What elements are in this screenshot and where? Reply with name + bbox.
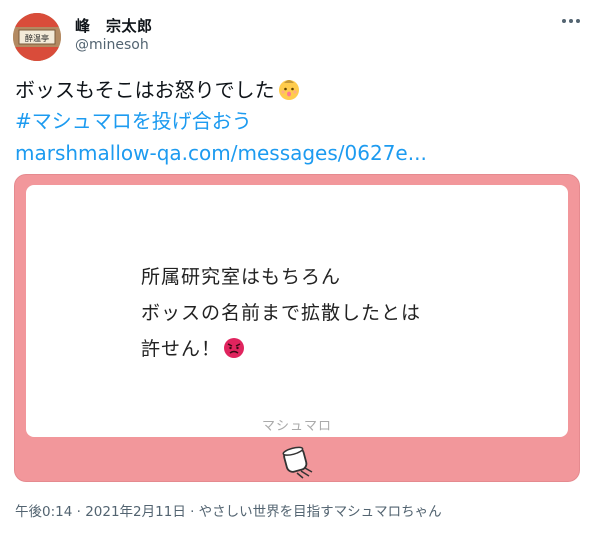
message-line-3-text: 許せん！ [141,338,222,360]
tweet-meta[interactable]: 午後0:14 · 2021年2月11日 · やさしい世界を目指すマシュマロちゃん [15,500,442,520]
url-link[interactable]: marshmallow-qa.com/messages/0627e... [15,140,427,166]
tweet-text-line: ボッスもそこはお怒りでした [15,77,301,107]
message-line-3: 許せん！ [141,331,421,371]
avatar[interactable]: 醉温亭 [13,13,61,61]
card-message-box: 所属研究室はもちろん ボッスの名前まで拡散したとは 許せん！ マシュマロ [26,185,568,437]
more-icon[interactable] [562,14,584,28]
card-message: 所属研究室はもちろん ボッスの名前まで拡散したとは 許せん！ [141,259,421,371]
marshmallow-card[interactable]: 所属研究室はもちろん ボッスの名前まで拡散したとは 許せん！ マシュマロ [14,174,580,482]
baby-emoji-icon [277,77,301,107]
message-line-1: 所属研究室はもちろん [141,266,342,288]
angry-emoji-icon [223,335,245,371]
message-line-2: ボッスの名前まで拡散したとは [141,302,422,324]
avatar-sign-text: 醉温亭 [25,33,49,43]
display-name[interactable]: 峰 宗太郎 [75,15,153,36]
hashtag-link[interactable]: #マシュマロを投げ合おう [15,108,252,134]
marshmallow-icon [279,443,315,479]
tweet-text: ボッスもそこはお怒りでした [15,78,275,102]
user-handle[interactable]: @minesoh [75,37,149,53]
card-brand-label: マシュマロ [261,419,332,434]
